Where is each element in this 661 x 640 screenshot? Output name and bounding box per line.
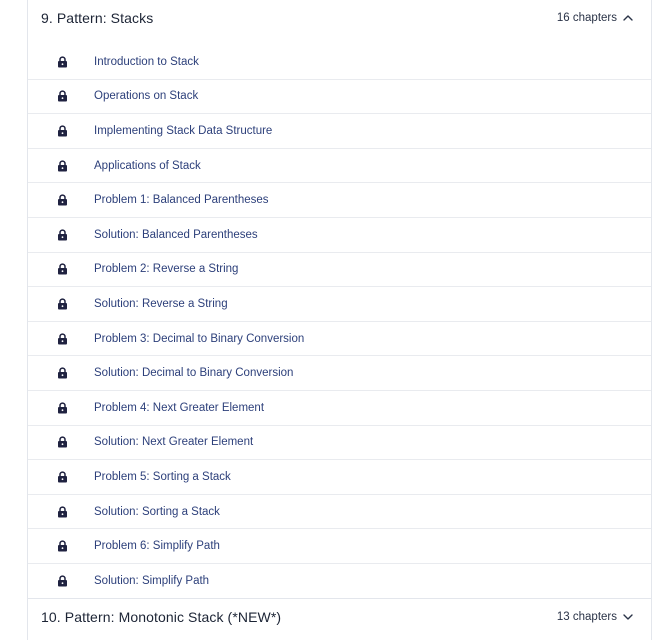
section-title: 9. Pattern: Stacks [41, 10, 154, 26]
lock-icon [58, 367, 67, 379]
chevron-up-icon[interactable] [622, 12, 634, 24]
section-title: 10. Pattern: Monotonic Stack (*NEW*) [41, 608, 282, 625]
section-meta: 16 chapters [557, 12, 634, 24]
lesson-label: Problem 1: Balanced Parentheses [94, 194, 269, 207]
lesson-item[interactable]: Solution: Next Greater Element [28, 426, 651, 461]
lesson-item[interactable]: Solution: Reverse a String [28, 287, 651, 322]
lock-icon [58, 332, 67, 345]
lesson-label: Problem 5: Sorting a Stack [94, 470, 231, 483]
lesson-item[interactable]: Problem 6: Simplify Path [28, 529, 651, 564]
lock-icon [58, 159, 67, 172]
chapter-count: 16 chapters [556, 12, 617, 24]
lesson-item[interactable]: Solution: Sorting a Stack [28, 495, 651, 530]
lesson-label: Problem 6: Simplify Path [94, 540, 220, 553]
lesson-label: Problem 4: Next Greater Element [94, 401, 265, 414]
lock-icon [58, 436, 67, 448]
chapter-count: 13 chapters [556, 610, 617, 623]
lock-icon [58, 505, 67, 518]
section-meta: 13 chapters [557, 611, 634, 623]
lock-icon [58, 194, 67, 206]
lesson-label: Implementing Stack Data Structure [94, 124, 273, 137]
lesson-item[interactable]: Problem 2: Reverse a String [28, 253, 651, 288]
lock-icon [58, 90, 67, 102]
lesson-label: Operations on Stack [94, 90, 199, 103]
lesson-item[interactable]: Solution: Balanced Parentheses [28, 218, 651, 253]
lesson-label: Solution: Balanced Parentheses [94, 228, 258, 241]
lesson-item[interactable]: Solution: Decimal to Binary Conversion [28, 356, 651, 391]
lesson-list: Introduction to Stack Operations on Stack… [28, 45, 651, 599]
lesson-item[interactable]: Introduction to Stack [28, 45, 651, 80]
lesson-label: Solution: Decimal to Binary Conversion [94, 367, 294, 380]
lesson-label: Applications of Stack [94, 159, 201, 172]
lock-icon [58, 540, 67, 552]
lesson-item[interactable]: Solution: Simplify Path [28, 564, 651, 599]
lesson-item[interactable]: Problem 4: Next Greater Element [28, 391, 651, 426]
lesson-label: Solution: Sorting a Stack [94, 505, 220, 518]
lesson-item[interactable]: Problem 1: Balanced Parentheses [28, 183, 651, 218]
lock-icon [58, 229, 67, 241]
lock-icon [58, 575, 67, 587]
section-header-monotonic-stack[interactable]: 10. Pattern: Monotonic Stack (*NEW*) 13 … [28, 598, 651, 634]
lesson-item[interactable]: Problem 5: Sorting a Stack [28, 460, 651, 495]
lock-icon [58, 56, 67, 68]
course-outline-panel: 9. Pattern: Stacks 16 chapters Introduct… [27, 0, 652, 640]
lesson-item[interactable]: Implementing Stack Data Structure [28, 114, 651, 149]
lesson-label: Problem 2: Reverse a String [94, 263, 239, 276]
lock-icon [58, 125, 67, 137]
lock-icon [58, 298, 67, 310]
lesson-label: Solution: Simplify Path [94, 575, 210, 588]
lock-icon [58, 471, 67, 483]
lesson-label: Introduction to Stack [94, 55, 199, 68]
lesson-label: Solution: Next Greater Element [94, 436, 254, 449]
lesson-item[interactable]: Applications of Stack [28, 149, 651, 184]
lesson-item[interactable]: Problem 3: Decimal to Binary Conversion [28, 322, 651, 357]
lock-icon [58, 263, 67, 275]
lesson-item[interactable]: Operations on Stack [28, 80, 651, 115]
lesson-label: Problem 3: Decimal to Binary Conversion [94, 332, 305, 345]
lesson-label: Solution: Reverse a String [94, 297, 228, 310]
section-header-stacks[interactable]: 9. Pattern: Stacks 16 chapters [28, 0, 651, 36]
lock-icon [58, 402, 67, 414]
chevron-down-icon[interactable] [622, 611, 634, 623]
